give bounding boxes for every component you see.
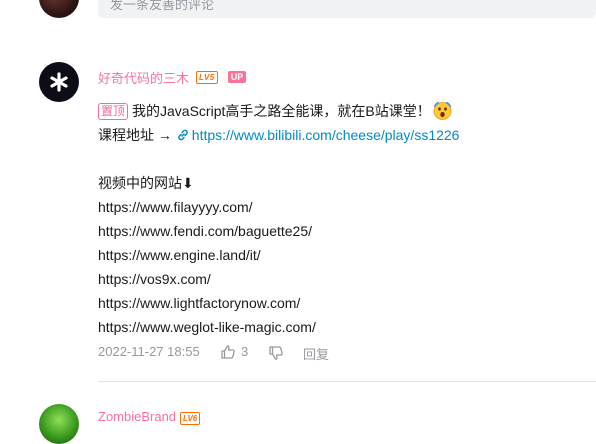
site-url-1: https://www.filayyyy.com/ — [98, 199, 253, 215]
comment-divider — [98, 381, 596, 382]
commenter-username[interactable]: 好奇代码的三木 — [98, 68, 189, 87]
comment-text-3: 视频中的网站⬇ — [98, 175, 194, 191]
like-count: 3 — [241, 344, 249, 359]
thumbs-down-icon[interactable] — [268, 345, 284, 366]
next-level-badge: LV6 — [180, 412, 201, 425]
comment-text-1: 我的JavaScript高手之路全能课，就在B站课堂！ — [132, 103, 431, 119]
course-label: 课程地址 → — [98, 127, 172, 143]
comment-line-2: 课程地址 → https://www.bilibili.com/cheese/p… — [98, 124, 459, 148]
commenter-avatar[interactable] — [39, 62, 79, 102]
reply-button[interactable]: 回复 — [303, 344, 329, 363]
site-url-6: https://www.weglot-like-magic.com/ — [98, 319, 316, 335]
asterisk-logo-icon — [50, 72, 68, 92]
comment-timestamp: 2022-11-27 18:55 — [98, 344, 200, 359]
comment-input-placeholder: 发一条友善的评论 — [110, 0, 215, 12]
surprised-face-emoji-icon — [433, 101, 452, 120]
up-badge: UP — [228, 71, 246, 83]
comment-line-1: 置顶 我的JavaScript高手之路全能课，就在B站课堂！ — [98, 100, 452, 122]
pinned-tag: 置顶 — [98, 103, 129, 120]
level-badge: LV5 — [196, 71, 218, 84]
link-icon — [176, 126, 190, 148]
site-url-4: https://vos9x.com/ — [98, 271, 211, 287]
course-link-text: https://www.bilibili.com/cheese/play/ss1… — [191, 127, 460, 143]
next-commenter-avatar[interactable] — [39, 404, 79, 444]
site-url-2: https://www.fendi.com/baguette25/ — [98, 223, 313, 239]
site-url-3: https://www.engine.land/it/ — [98, 247, 261, 263]
current-user-avatar[interactable] — [39, 0, 79, 18]
course-link[interactable]: https://www.bilibili.com/cheese/play/ss1… — [176, 127, 460, 143]
next-commenter-username[interactable]: ZombieBrand — [98, 409, 176, 424]
site-url-5: https://www.lightfactorynow.com/ — [98, 295, 301, 311]
thumbs-up-icon[interactable] — [220, 344, 236, 365]
